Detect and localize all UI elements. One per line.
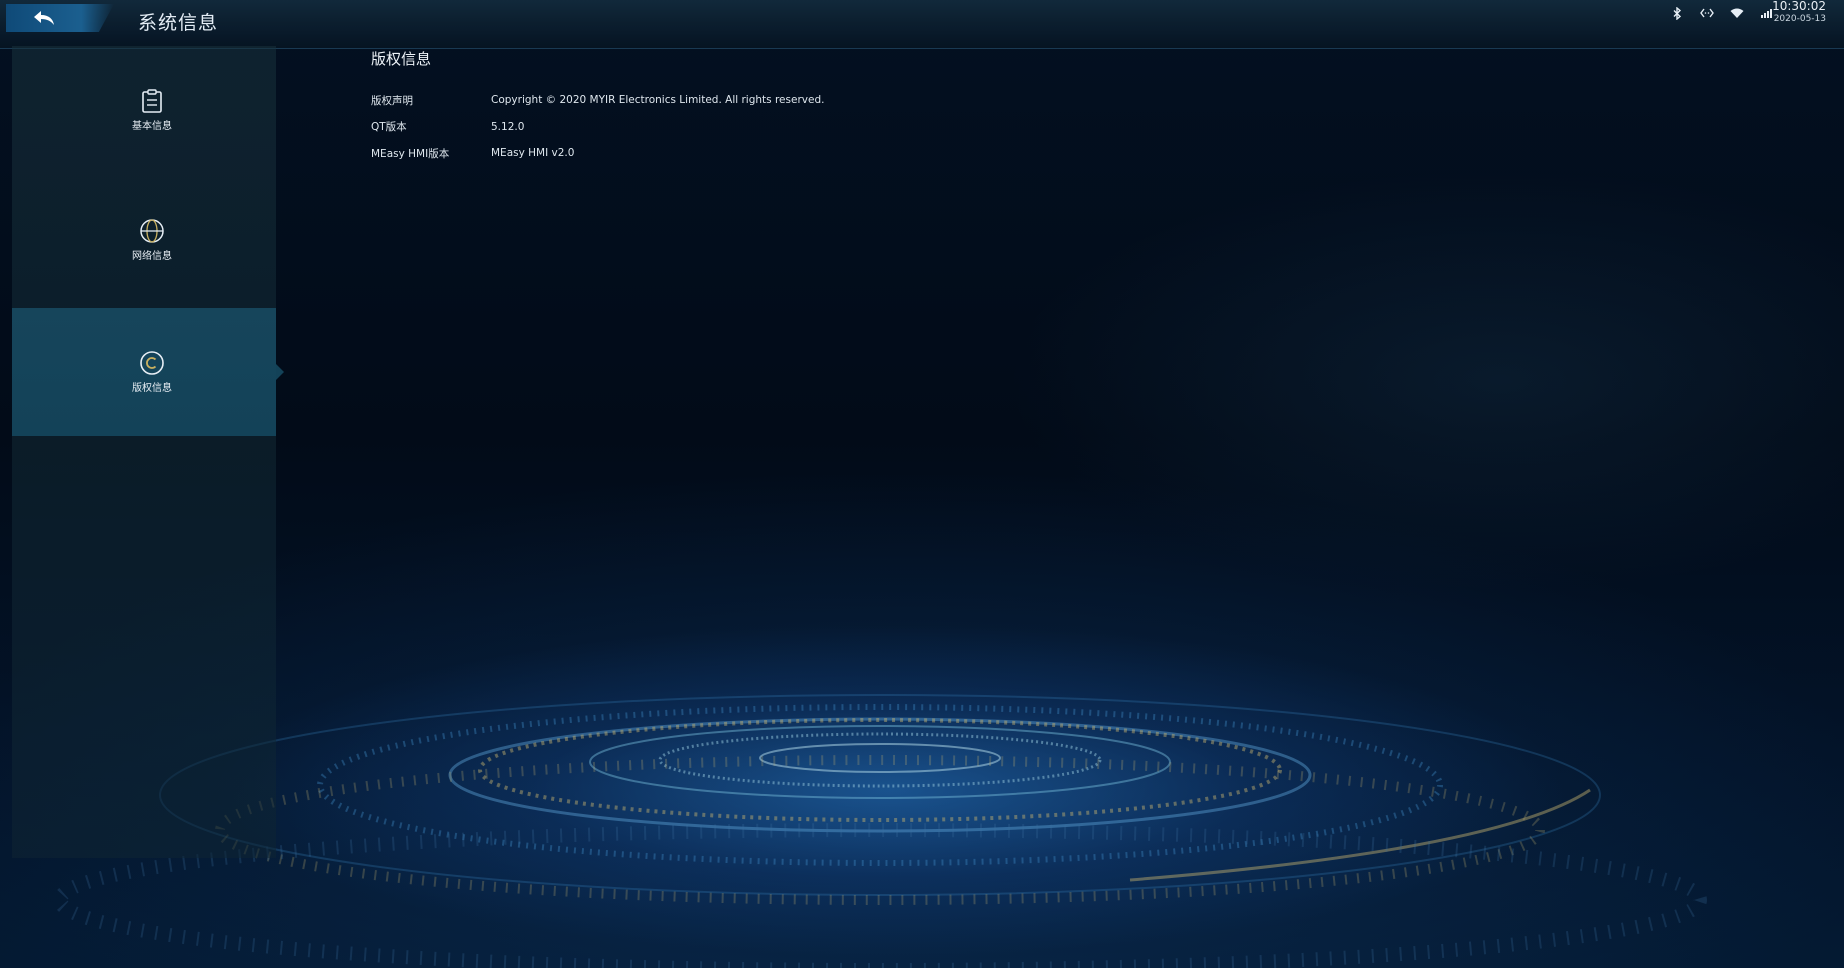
sidebar: 基本信息 网络信息 版权信息 — [12, 46, 284, 858]
info-row-copyright: 版权声明 Copyright © 2020 MYIR Electronics L… — [371, 87, 824, 114]
sidebar-item-basic-info[interactable]: 基本信息 — [12, 46, 276, 174]
page-title: 系统信息 — [138, 12, 219, 34]
sidebar-item-label: 网络信息 — [132, 251, 172, 262]
clock-time: 10:30:02 — [1772, 0, 1826, 13]
status-bar — [1670, 6, 1774, 20]
clock: 10:30:02 2020-05-13 — [1772, 0, 1826, 26]
content-panel: 版权信息 版权声明 Copyright © 2020 MYIR Electron… — [371, 48, 824, 167]
sidebar-item-label: 基本信息 — [132, 121, 172, 132]
bluetooth-icon — [1670, 6, 1684, 20]
copyright-icon — [140, 351, 164, 375]
info-value: Copyright © 2020 MYIR Electronics Limite… — [491, 94, 825, 107]
background-decoration — [53, 694, 1707, 968]
info-value: 5.12.0 — [491, 120, 525, 133]
info-key: QT版本 — [371, 121, 407, 134]
sidebar-item-copyright-info[interactable]: 版权信息 — [12, 308, 284, 436]
top-bar: 系统信息 10:30:02 2020-05-13 — [0, 0, 1844, 49]
sidebar-item-label: 版权信息 — [132, 383, 172, 394]
globe-icon — [140, 219, 164, 243]
back-arrow-icon — [34, 11, 54, 25]
info-key: MEasy HMI版本 — [371, 147, 450, 160]
info-row-hmi-version: MEasy HMI版本 MEasy HMI v2.0 — [371, 140, 824, 167]
clipboard-icon — [142, 89, 162, 113]
section-title: 版权信息 — [371, 50, 432, 68]
info-key: 版权声明 — [371, 94, 413, 107]
back-button[interactable] — [6, 4, 114, 32]
clock-date: 2020-05-13 — [1773, 14, 1826, 24]
ethernet-icon — [1700, 6, 1714, 20]
info-row-qt-version: QT版本 5.12.0 — [371, 114, 824, 141]
wifi-icon — [1730, 6, 1744, 20]
sidebar-item-network-info[interactable]: 网络信息 — [12, 176, 276, 304]
system-info-screen: 系统信息 10:30:02 2020-05-13 基本信息 网络信息 版权信息 … — [0, 0, 1844, 968]
info-value: MEasy HMI v2.0 — [491, 147, 575, 160]
